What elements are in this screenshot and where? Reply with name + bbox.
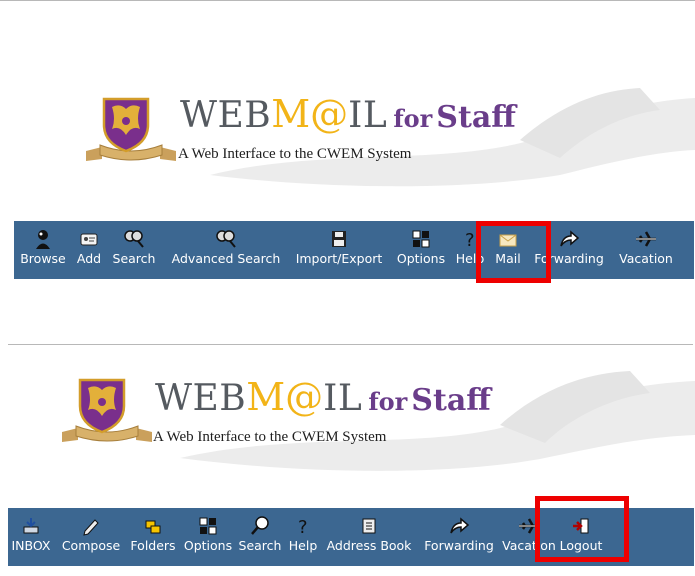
address-book-icon: [362, 518, 376, 534]
webmail-banner: WEBM@IL for Staff A Web Interface to the C…: [0, 80, 695, 190]
title-web: WEB: [180, 95, 272, 136]
mail-highlight-box: [476, 221, 551, 283]
toolbar-label: Address Book: [326, 538, 412, 553]
webmail-subtitle: A Web Interface to the CWEM System: [153, 429, 387, 445]
webmail-banner: WEBM@IL for Staff A Web Interface to the C…: [0, 363, 695, 473]
title-staff: Staff: [436, 100, 516, 135]
toolbar-label: Help: [288, 538, 318, 553]
person-icon: [36, 230, 50, 249]
svg-text:?: ?: [298, 517, 308, 538]
magnifier-icon: [216, 230, 236, 248]
toolbar-label: Options: [396, 251, 446, 266]
toolbar-options-button[interactable]: Options: [392, 227, 450, 275]
toolbar-options-button[interactable]: Options: [180, 514, 236, 562]
toolbar-label: Compose: [61, 538, 121, 553]
forward-arrow-icon: [560, 230, 580, 247]
university-crest-logo: [62, 376, 152, 448]
toolbar-add-button[interactable]: Add: [72, 227, 106, 275]
forward-arrow-icon: [450, 517, 470, 534]
toolbar-vacation-button[interactable]: Vacation: [614, 227, 678, 275]
card-icon: [80, 233, 98, 246]
title-il: IL: [323, 378, 363, 419]
webmail-title: WEBM@IL for Staff: [180, 92, 516, 136]
toolbar-label: Search: [238, 538, 282, 553]
title-m-at: M@: [246, 375, 324, 419]
toolbar-label: Folders: [130, 538, 176, 553]
middle-rule: [8, 344, 693, 345]
toolbar-address-book-button[interactable]: Address Book: [322, 514, 416, 562]
title-il: IL: [348, 95, 388, 136]
toolbar-label: Advanced Search: [171, 251, 281, 266]
title-web: WEB: [155, 378, 247, 419]
inbox-icon: [23, 518, 39, 534]
toolbar-label: Options: [183, 538, 233, 553]
webmail-subtitle: A Web Interface to the CWEM System: [178, 146, 412, 162]
toolbar-label: Search: [112, 251, 156, 266]
address-book-toolbar: Browse Add Search Advanced Search Import…: [14, 221, 694, 279]
toolbar-label: Add: [76, 251, 102, 266]
title-for: for: [393, 104, 433, 133]
toolbar-label: Browse: [20, 251, 66, 266]
toolbar-folders-button[interactable]: Folders: [126, 514, 180, 562]
toolbar-search-button[interactable]: Search: [110, 227, 158, 275]
toolbar-inbox-button[interactable]: INBOX: [8, 514, 54, 562]
options-icon: [199, 517, 217, 535]
toolbar-advanced-search-button[interactable]: Advanced Search: [164, 227, 288, 275]
toolbar-label: Vacation: [619, 251, 673, 266]
toolbar-forwarding-button[interactable]: Forwarding: [418, 514, 500, 562]
top-rule: [0, 0, 695, 1]
folders-icon: [145, 520, 161, 534]
magnifier-icon: [124, 230, 144, 248]
magnifier-icon: [251, 516, 269, 535]
options-icon: [412, 230, 430, 248]
airplane-icon: [636, 231, 656, 247]
toolbar-help-button[interactable]: ? Help: [286, 514, 320, 562]
disk-icon: [332, 231, 346, 247]
svg-text:?: ?: [465, 230, 475, 251]
toolbar-label: Import/Export: [295, 251, 383, 266]
title-m-at: M@: [271, 92, 349, 136]
webmail-title: WEBM@IL for Staff: [155, 375, 491, 419]
logout-highlight-box: [535, 496, 629, 562]
university-crest-logo: [86, 95, 176, 167]
toolbar-label: INBOX: [11, 538, 51, 553]
pencil-icon: [83, 519, 99, 536]
toolbar-compose-button[interactable]: Compose: [58, 514, 124, 562]
toolbar-import-export-button[interactable]: Import/Export: [290, 227, 388, 275]
question-icon: ?: [298, 517, 308, 538]
title-for: for: [368, 387, 408, 416]
toolbar-label: Forwarding: [424, 538, 494, 553]
toolbar-search-button[interactable]: Search: [236, 514, 284, 562]
title-staff: Staff: [411, 383, 491, 418]
toolbar-browse-button[interactable]: Browse: [18, 227, 68, 275]
